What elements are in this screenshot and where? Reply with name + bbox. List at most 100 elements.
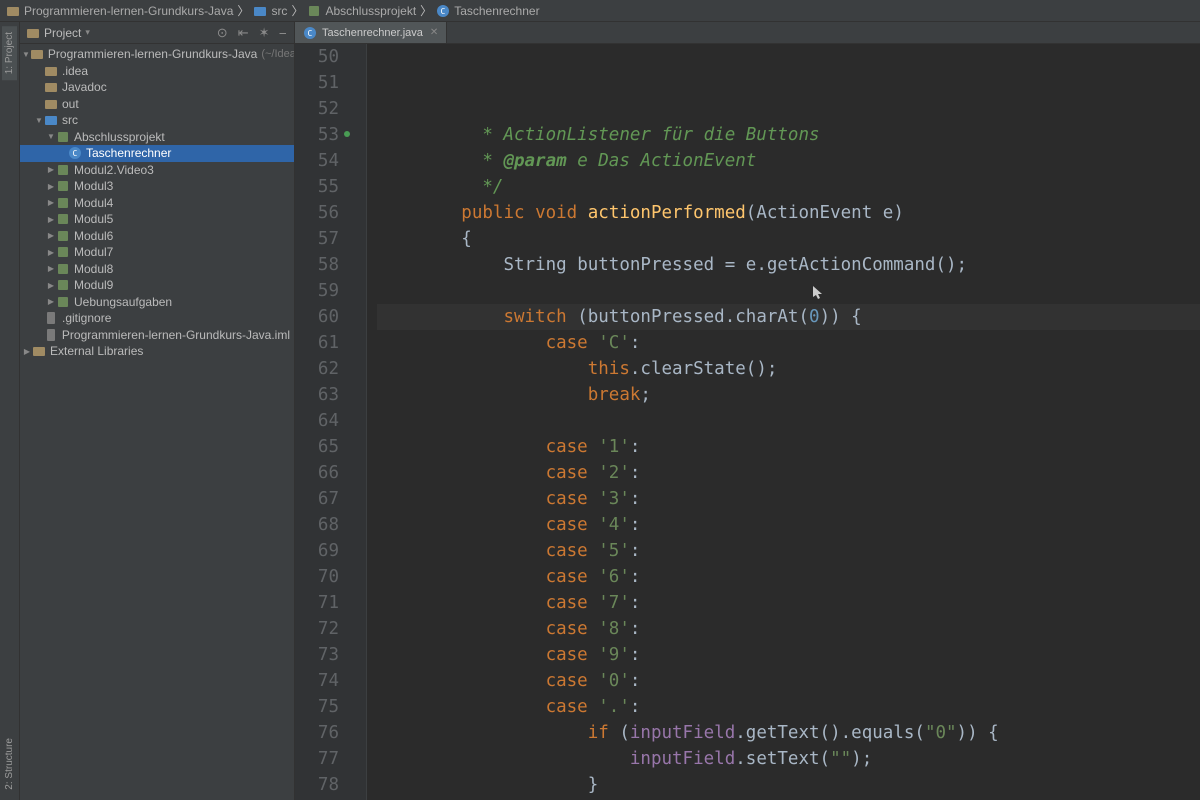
code-line[interactable]: case '2': bbox=[377, 460, 1200, 486]
code-line[interactable]: break; bbox=[377, 382, 1200, 408]
hide-icon[interactable]: ⎯ bbox=[278, 26, 289, 39]
tree-item[interactable]: ▼ src bbox=[20, 112, 294, 129]
code-line[interactable]: case '7': bbox=[377, 590, 1200, 616]
tool-window-structure[interactable]: 2: Structure bbox=[2, 732, 17, 796]
editor-area: C Taschenrechner.java ✕ 5051525354555657… bbox=[295, 22, 1200, 800]
code-line[interactable] bbox=[377, 408, 1200, 434]
code-line[interactable]: { bbox=[377, 226, 1200, 252]
library-icon bbox=[32, 344, 46, 358]
project-panel-header: Project ▾ ⊙ ⇤ ✶ ⎯ bbox=[20, 22, 294, 44]
tree-item[interactable]: Programmieren-lernen-Grundkurs-Java.iml bbox=[20, 327, 294, 344]
package-icon bbox=[56, 163, 70, 177]
code-line[interactable]: switch (buttonPressed.charAt(0)) { bbox=[377, 304, 1200, 330]
tree-item-label: Taschenrechner bbox=[86, 146, 171, 160]
code-line[interactable]: case '8': bbox=[377, 616, 1200, 642]
tree-arrow-icon[interactable]: ▶ bbox=[46, 297, 56, 306]
tree-arrow-icon[interactable]: ▼ bbox=[22, 50, 30, 59]
code-content[interactable]: * ActionListener für die Buttons * @para… bbox=[367, 44, 1200, 800]
code-line[interactable]: String buttonPressed = e.getActionComman… bbox=[377, 252, 1200, 278]
tree-arrow-icon[interactable]: ▶ bbox=[46, 165, 56, 174]
autoscroll-icon[interactable]: ⊙ bbox=[215, 26, 230, 39]
chevron-down-icon[interactable]: ▾ bbox=[85, 27, 90, 38]
line-number: 55 bbox=[295, 174, 339, 200]
svg-text:C: C bbox=[308, 29, 313, 38]
code-line[interactable] bbox=[377, 278, 1200, 304]
tree-item[interactable]: ▶Modul5 bbox=[20, 211, 294, 228]
code-line[interactable]: case '3': bbox=[377, 486, 1200, 512]
code-line[interactable]: case '5': bbox=[377, 538, 1200, 564]
tree-arrow-icon[interactable]: ▼ bbox=[34, 116, 44, 125]
override-marker-icon[interactable] bbox=[344, 131, 350, 137]
tree-arrow-icon[interactable]: ▶ bbox=[46, 281, 56, 290]
tree-item[interactable]: ▶ Modul3 bbox=[20, 178, 294, 195]
code-line[interactable]: public void actionPerformed(ActionEvent … bbox=[377, 200, 1200, 226]
tree-item[interactable]: Javadoc bbox=[20, 79, 294, 96]
breadcrumb: Programmieren-lernen-Grundkurs-Java〉src〉… bbox=[0, 0, 1200, 22]
tree-item[interactable]: .gitignore bbox=[20, 310, 294, 327]
gear-icon[interactable]: ✶ bbox=[257, 26, 272, 39]
tree-arrow-icon[interactable]: ▶ bbox=[46, 198, 56, 207]
tree-item[interactable]: ▶Modul6 bbox=[20, 228, 294, 245]
code-line[interactable]: inputField.setText(""); bbox=[377, 746, 1200, 772]
code-line[interactable]: case '.': bbox=[377, 694, 1200, 720]
tree-item[interactable]: ▶Modul8 bbox=[20, 261, 294, 278]
tree-item-label: Modul3 bbox=[74, 179, 113, 193]
tree-arrow-icon[interactable]: ▼ bbox=[46, 132, 56, 141]
breadcrumb-item[interactable]: Abschlussprojekt bbox=[307, 4, 416, 18]
folder-icon bbox=[30, 47, 44, 61]
code-line[interactable]: * @param e Das ActionEvent bbox=[377, 148, 1200, 174]
close-icon[interactable]: ✕ bbox=[430, 27, 438, 38]
tree-item[interactable]: ▼Programmieren-lernen-Grundkurs-Java(~/I… bbox=[20, 46, 294, 63]
code-line[interactable]: } bbox=[377, 772, 1200, 798]
tree-arrow-icon[interactable]: ▶ bbox=[46, 215, 56, 224]
breadcrumb-item[interactable]: src bbox=[253, 4, 287, 18]
tree-item[interactable]: ▶Modul4 bbox=[20, 195, 294, 212]
tree-item[interactable]: ▶Uebungsaufgaben bbox=[20, 294, 294, 311]
tree-arrow-icon[interactable]: ▶ bbox=[46, 248, 56, 257]
tree-arrow-icon[interactable]: ▶ bbox=[46, 264, 56, 273]
line-number: 74 bbox=[295, 668, 339, 694]
collapse-all-icon[interactable]: ⇤ bbox=[236, 26, 251, 39]
editor-tabs: C Taschenrechner.java ✕ bbox=[295, 22, 1200, 44]
code-editor[interactable]: 5051525354555657585960616263646566676869… bbox=[295, 44, 1200, 800]
code-line[interactable]: case '6': bbox=[377, 564, 1200, 590]
breadcrumb-item[interactable]: Programmieren-lernen-Grundkurs-Java bbox=[6, 4, 233, 18]
breadcrumb-label: Abschlussprojekt bbox=[325, 4, 416, 18]
tree-item[interactable]: CTaschenrechner bbox=[20, 145, 294, 162]
tree-arrow-icon[interactable]: ▶ bbox=[46, 231, 56, 240]
breadcrumb-item[interactable]: C Taschenrechner bbox=[436, 4, 539, 18]
line-number: 54 bbox=[295, 148, 339, 174]
breadcrumb-label: Taschenrechner bbox=[454, 4, 539, 18]
code-line[interactable]: if (inputField.getText().equals("0")) { bbox=[377, 720, 1200, 746]
tree-arrow-icon[interactable]: ▶ bbox=[22, 347, 32, 356]
tree-item[interactable]: ▶Modul7 bbox=[20, 244, 294, 261]
tree-item[interactable]: ▼Abschlussprojekt bbox=[20, 129, 294, 146]
line-number: 59 bbox=[295, 278, 339, 304]
editor-tab-taschenrechner[interactable]: C Taschenrechner.java ✕ bbox=[295, 22, 447, 43]
code-line[interactable]: case 'C': bbox=[377, 330, 1200, 356]
code-line[interactable]: case '0': bbox=[377, 668, 1200, 694]
tree-item[interactable]: .idea bbox=[20, 63, 294, 80]
code-line[interactable]: case '9': bbox=[377, 642, 1200, 668]
folder-icon bbox=[44, 64, 58, 78]
tree-item[interactable]: ▶Modul2.Video3 bbox=[20, 162, 294, 179]
code-line[interactable]: */ bbox=[377, 174, 1200, 200]
code-line[interactable]: * ActionListener für die Buttons bbox=[377, 122, 1200, 148]
tree-item[interactable]: out bbox=[20, 96, 294, 113]
tree-item[interactable]: ▶Modul9 bbox=[20, 277, 294, 294]
project-icon bbox=[26, 26, 40, 40]
java-class-icon: C bbox=[436, 4, 450, 18]
tree-item[interactable]: ▶External Libraries bbox=[20, 343, 294, 360]
code-line[interactable]: case '4': bbox=[377, 512, 1200, 538]
line-number: 51 bbox=[295, 70, 339, 96]
tree-arrow-icon[interactable]: ▶ bbox=[46, 182, 56, 191]
code-line[interactable]: case '1': bbox=[377, 434, 1200, 460]
tool-window-project[interactable]: 1: Project bbox=[2, 26, 17, 80]
annotation-gutter bbox=[351, 44, 367, 800]
package-icon bbox=[56, 245, 70, 259]
code-line[interactable]: this.clearState(); bbox=[377, 356, 1200, 382]
line-number: 63 bbox=[295, 382, 339, 408]
project-tree[interactable]: ▼Programmieren-lernen-Grundkurs-Java(~/I… bbox=[20, 44, 294, 800]
tree-item-label: src bbox=[62, 113, 78, 127]
java-icon: C bbox=[303, 26, 317, 40]
